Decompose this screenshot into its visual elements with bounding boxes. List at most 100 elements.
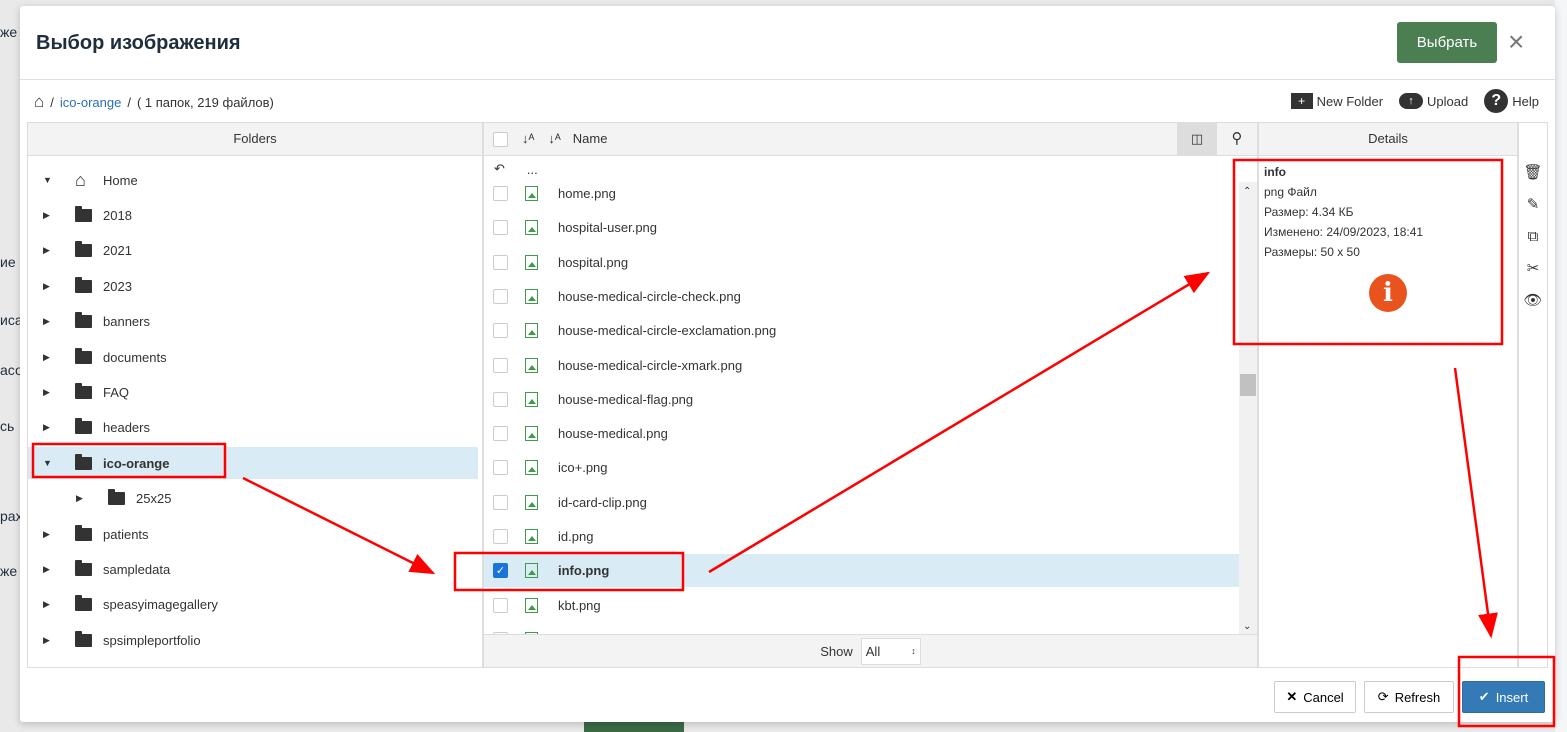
caret-right-icon[interactable]: ▶ (43, 210, 53, 221)
name-column-header[interactable]: Name (573, 123, 608, 155)
file-row[interactable]: house-medical-circle-check.png (484, 280, 1240, 313)
caret-right-icon[interactable]: ▶ (43, 422, 53, 433)
folder-item[interactable]: ▼ ico-orange (28, 447, 478, 480)
upload-button[interactable]: ↑ Upload (1399, 93, 1468, 109)
folder-item[interactable]: ▼ ⌂ Home (28, 164, 478, 196)
file-row[interactable]: id.png (484, 520, 1240, 553)
file-row[interactable]: kbt.png (484, 589, 1240, 622)
file-name: home.png (558, 186, 616, 201)
file-checkbox[interactable] (493, 391, 508, 407)
select-all-checkbox[interactable] (493, 131, 508, 147)
folder-item[interactable]: ▶ speasyimagegallery (28, 589, 478, 621)
folder-label: documents (103, 349, 167, 365)
caret-right-icon[interactable]: ▶ (43, 245, 53, 256)
folder-item[interactable]: ▶ patients (28, 518, 478, 550)
folder-label: FAQ (103, 384, 130, 400)
sort-desc-icon[interactable]: ↓ᴬ (548, 123, 560, 155)
file-checkbox[interactable] (493, 357, 508, 373)
file-name: ico+.png (558, 460, 608, 476)
caret-down-icon[interactable]: ▼ (43, 175, 53, 185)
file-checkbox[interactable] (493, 426, 508, 442)
folder-icon (75, 524, 92, 541)
file-checkbox[interactable] (493, 494, 508, 510)
breadcrumb-folder-link[interactable]: ico-orange (60, 95, 121, 110)
caret-right-icon[interactable]: ▶ (43, 635, 53, 646)
file-checkbox[interactable] (493, 288, 508, 304)
file-row[interactable]: ✓ info.png (484, 554, 1240, 588)
file-row[interactable]: house-medical-circle-exclamation.png (484, 314, 1240, 347)
file-name: hospital-user.png (558, 220, 658, 236)
folder-item[interactable]: ▶ documents (28, 341, 478, 373)
image-file-icon (525, 494, 538, 510)
refresh-button[interactable]: ⟳ Refresh (1364, 681, 1454, 713)
caret-right-icon[interactable]: ▶ (43, 281, 53, 292)
folder-item[interactable]: ▶ sampledata (28, 553, 478, 585)
image-file-icon (525, 460, 538, 476)
trash-icon[interactable]: 🗑 (1519, 157, 1547, 189)
search-icon[interactable]: ⚲ (1217, 123, 1257, 155)
folder-item[interactable]: ▶ FAQ (28, 376, 478, 408)
copy-icon[interactable]: ⧉ (1519, 221, 1547, 253)
folder-item[interactable]: ▶ 2021 (28, 235, 478, 267)
caret-right-icon[interactable]: ▶ (43, 387, 53, 398)
new-folder-button[interactable]: + New Folder (1290, 93, 1383, 109)
file-row[interactable]: kkt.png (484, 623, 1240, 634)
help-button[interactable]: ? Help (1484, 89, 1539, 113)
detail-size: Размер: 4.34 КБ (1264, 205, 1354, 219)
file-row[interactable]: ico+.png (484, 451, 1240, 484)
caret-right-icon[interactable]: ▶ (43, 599, 53, 610)
folder-item[interactable]: ▶ 2018 (28, 199, 478, 231)
select-button[interactable]: Выбрать (1397, 22, 1497, 63)
file-checkbox[interactable] (493, 597, 508, 613)
caret-right-icon[interactable]: ▶ (43, 316, 53, 327)
detail-type: png Файл (1264, 185, 1317, 199)
cancel-button[interactable]: ✕ Cancel (1274, 681, 1356, 713)
background-text-fragment: ие (0, 254, 16, 270)
folder-label: speasyimagegallery (103, 597, 218, 613)
folder-item[interactable]: ▶ spsimpleportfolio (28, 624, 478, 656)
details-panel: Details info png Файл Размер: 4.34 КБ Из… (1258, 122, 1518, 668)
file-checkbox[interactable]: ✓ (493, 563, 508, 579)
show-label: Show (820, 643, 853, 659)
file-row[interactable]: house-medical.png (484, 417, 1240, 450)
columns-view-icon[interactable]: ◫ (1177, 123, 1217, 155)
close-icon[interactable]: × (1508, 26, 1524, 58)
file-checkbox[interactable] (493, 460, 508, 476)
file-checkbox[interactable] (493, 186, 508, 201)
folder-item[interactable]: ▶ banners (28, 306, 478, 338)
sort-asc-icon[interactable]: ↓ᴬ (522, 123, 534, 155)
cloud-upload-icon: ↑ (1399, 93, 1424, 109)
file-checkbox[interactable] (493, 529, 508, 544)
caret-right-icon[interactable]: ▶ (43, 564, 53, 575)
caret-right-icon[interactable]: ▶ (43, 529, 53, 540)
scrollbar[interactable]: ⌃ ⌄ (1239, 182, 1257, 634)
folder-item[interactable]: ▶ 2023 (28, 270, 478, 302)
refresh-label: Refresh (1394, 689, 1441, 705)
file-checkbox[interactable] (493, 220, 508, 236)
caret-right-icon[interactable]: ▶ (43, 352, 53, 363)
file-row[interactable]: house-medical-circle-xmark.png (484, 349, 1240, 382)
info-preview-icon: i (1369, 274, 1407, 312)
file-row[interactable]: hospital.png (484, 246, 1240, 279)
edit-icon[interactable]: ✎ (1519, 189, 1547, 221)
caret-down-icon[interactable]: ▼ (43, 458, 53, 468)
file-row[interactable]: hospital-user.png (484, 211, 1240, 244)
insert-button[interactable]: ✔ Insert (1462, 681, 1545, 713)
file-row[interactable]: id-card-clip.png (484, 486, 1240, 519)
file-row[interactable]: house-medical-flag.png (484, 383, 1240, 416)
home-icon[interactable]: ⌂ (34, 92, 44, 112)
preview-icon[interactable]: 👁 (1519, 285, 1547, 317)
file-checkbox[interactable] (493, 323, 508, 339)
file-row[interactable]: home.png (484, 177, 1240, 210)
folder-item[interactable]: ▶ 25x25 (28, 483, 478, 515)
file-name: house-medical.png (558, 426, 668, 442)
folders-panel: Folders ▼ ⌂ Home ▶ 2018 ▶ 2021 ▶ 2023 ▶ banners ▶ do… (27, 122, 483, 668)
file-checkbox[interactable] (493, 254, 508, 270)
cut-icon[interactable]: ✂ (1519, 253, 1547, 285)
caret-right-icon[interactable]: ▶ (76, 493, 86, 504)
dialog-header: Выбор изображения Выбрать × (20, 6, 1555, 80)
file-list: ↶... home.png hospital-user.png hospital.p… (484, 156, 1257, 634)
detail-name: info (1264, 165, 1286, 179)
show-select[interactable]: All ↕ (860, 637, 921, 665)
folder-item[interactable]: ▶ headers (28, 412, 478, 444)
